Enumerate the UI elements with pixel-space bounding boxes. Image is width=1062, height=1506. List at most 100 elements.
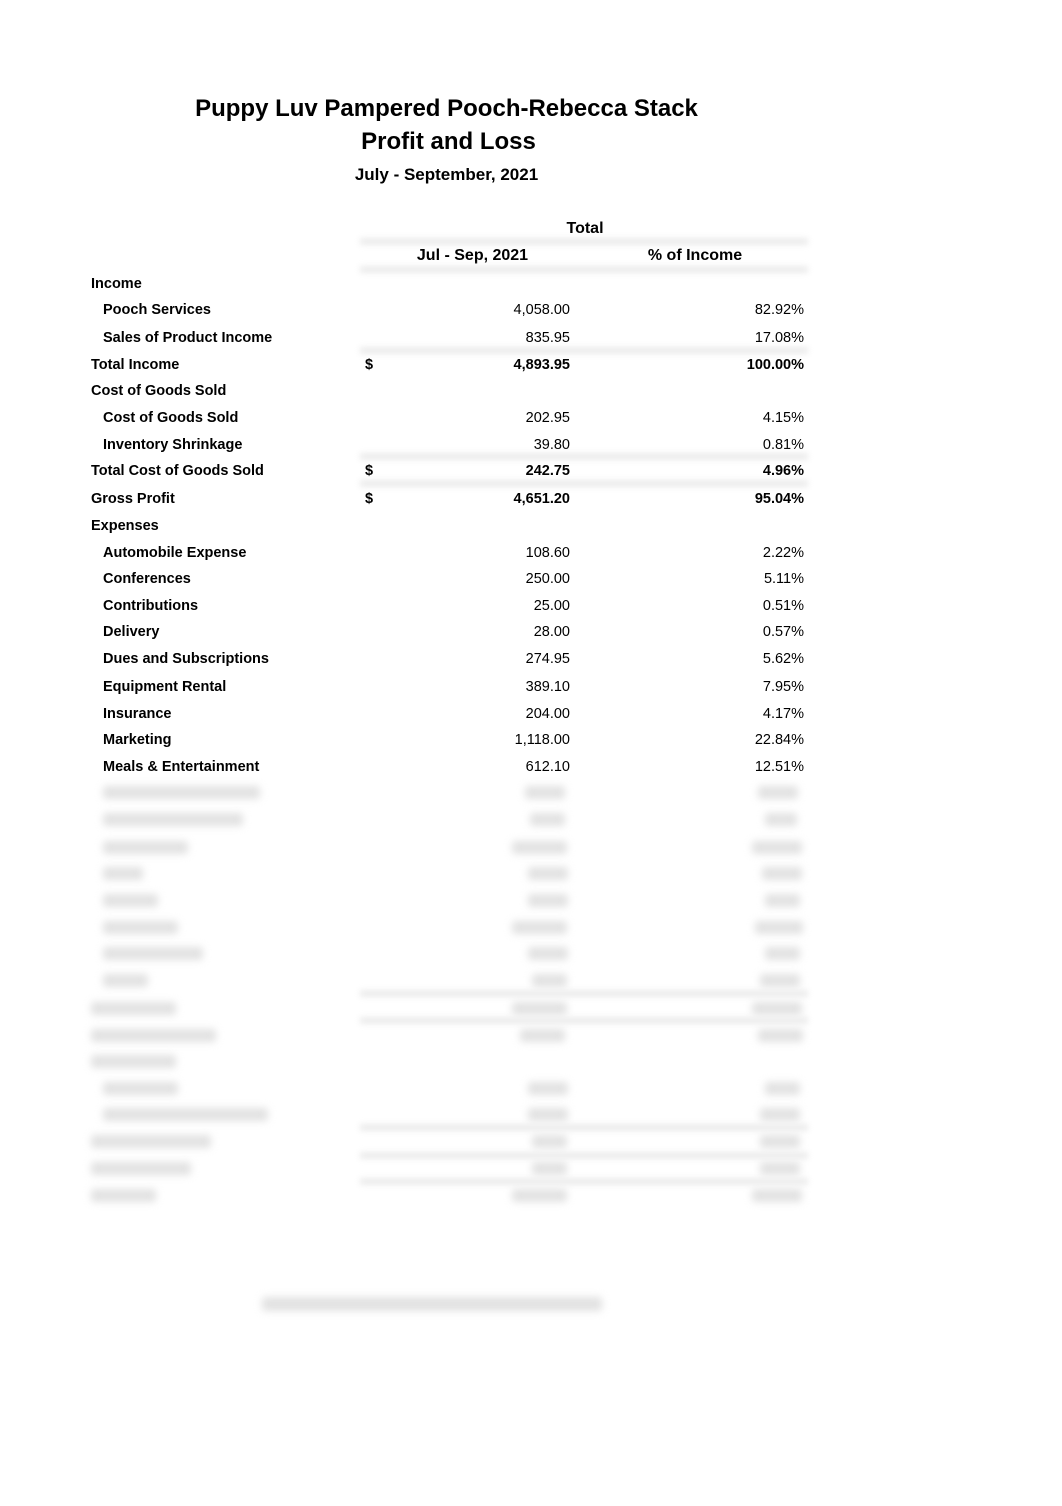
blurred-cell [512,1002,567,1015]
table-row: Meals & Entertainment 612.10 12.51% [0,759,900,779]
blurred-divider [360,1178,808,1185]
percent-cell: 2.22% [762,545,804,561]
table-row: Delivery 28.00 0.57% [0,624,900,644]
percent-cell: 5.11% [763,571,804,587]
total-row: Gross Profit $4,651.20 95.04% [0,491,900,511]
percent-cell: 0.57% [762,624,804,640]
row-label: Marketing [103,732,172,748]
blurred-cell [103,841,188,854]
percent-cell: 0.51% [762,598,804,614]
section-header-row: Expenses [0,518,900,538]
column-group-header: Total [566,220,604,237]
table-row: Equipment Rental 389.10 7.95% [0,679,900,699]
percent-cell: 4.96% [762,463,804,479]
amount-cell: 612.10 [525,759,570,775]
row-label: Total Cost of Goods Sold [91,463,264,479]
blurred-divider [360,1152,808,1159]
report-period: July - September, 2021 [354,165,539,184]
blurred-divider [360,1017,808,1024]
blurred-cell [760,1162,800,1175]
amount-cell: 1,118.00 [514,732,570,748]
amount-cell: 274.95 [525,651,570,667]
row-label: Cost of Goods Sold [103,410,239,426]
header-divider [360,238,808,245]
percent-cell: 4.17% [762,706,804,722]
blurred-cell [103,1108,268,1121]
table-row: Conferences 250.00 5.11% [0,571,900,591]
percent-cell: 95.04% [754,491,804,507]
currency-symbol: $ [365,491,374,507]
row-label: Contributions [103,598,199,614]
blurred-cell [91,1029,216,1042]
total-divider [360,347,808,354]
blurred-cell [758,1029,803,1042]
row-label: Meals & Entertainment [103,759,260,775]
table-row: Pooch Services 4,058.00 82.92% [0,302,900,322]
blurred-cell [762,867,802,880]
row-label: Sales of Product Income [103,330,273,346]
amount-cell: 4,893.95 [513,357,570,373]
blurred-cell [765,1082,800,1095]
blurred-cell [528,1082,568,1095]
row-label: Conferences [103,571,191,587]
blurred-footer [262,1297,602,1311]
amount-cell: 4,651.20 [513,491,570,507]
row-label: Insurance [103,706,172,722]
section-header-row: Income [0,276,900,296]
blurred-cell [532,1135,567,1148]
blurred-cell [91,1135,211,1148]
table-row: Automobile Expense 108.60 2.22% [0,545,900,565]
row-label: Automobile Expense [103,545,247,561]
row-label: Delivery [103,624,160,640]
table-row: Dues and Subscriptions 274.95 5.62% [0,651,900,671]
table-row: Marketing 1,118.00 22.84% [0,732,900,752]
blurred-cell [760,1108,800,1121]
table-row: Cost of Goods Sold 202.95 4.15% [0,410,900,430]
blurred-cell [103,894,158,907]
blurred-cell [532,974,567,987]
blurred-cell [103,867,143,880]
percent-cell: 82.92% [754,302,804,318]
row-label: Expenses [91,518,159,534]
percent-cell: 7.95% [762,679,804,695]
percent-cell: 100.00% [746,357,804,373]
total-divider [360,453,808,460]
blurred-cell [765,894,800,907]
amount-cell: 25.00 [533,598,570,614]
row-label: Cost of Goods Sold [91,383,227,399]
row-label: Inventory Shrinkage [103,437,243,453]
report-title: Profit and Loss [361,128,536,155]
blurred-cell [103,1082,178,1095]
blurred-cell [512,1189,567,1202]
amount-cell: 108.60 [525,545,570,561]
total-row: Total Income $4,893.95 100.00% [0,357,900,377]
percent-cell: 17.08% [754,330,804,346]
blurred-cell [103,786,260,799]
blurred-divider [360,990,808,997]
blurred-cell [512,841,567,854]
amount-cell: 242.75 [525,463,570,479]
blurred-cell [755,921,803,934]
amount-cell: 202.95 [525,410,570,426]
percent-cell: 22.84% [754,732,804,748]
row-label: Dues and Subscriptions [103,651,269,667]
blurred-cell [512,921,567,934]
amount-cell: 39.80 [533,437,570,453]
row-label: Gross Profit [91,491,175,507]
percent-cell: 4.15% [762,410,804,426]
table-row: Contributions 25.00 0.51% [0,598,900,618]
blurred-cell [91,1055,176,1068]
blurred-cell [765,813,797,826]
blurred-cell [760,1135,800,1148]
row-label: Income [91,276,142,292]
blurred-cell [103,813,243,826]
section-header-row: Cost of Goods Sold [0,383,900,403]
percent-cell: 5.62% [762,651,804,667]
blurred-cell [103,974,148,987]
blurred-cell [91,1162,191,1175]
blurred-cell [103,947,203,960]
blurred-cell [760,974,800,987]
blurred-cell [532,1162,567,1175]
header-divider [360,266,808,273]
company-name: Puppy Luv Pampered Pooch-Rebecca Stack [195,95,698,122]
